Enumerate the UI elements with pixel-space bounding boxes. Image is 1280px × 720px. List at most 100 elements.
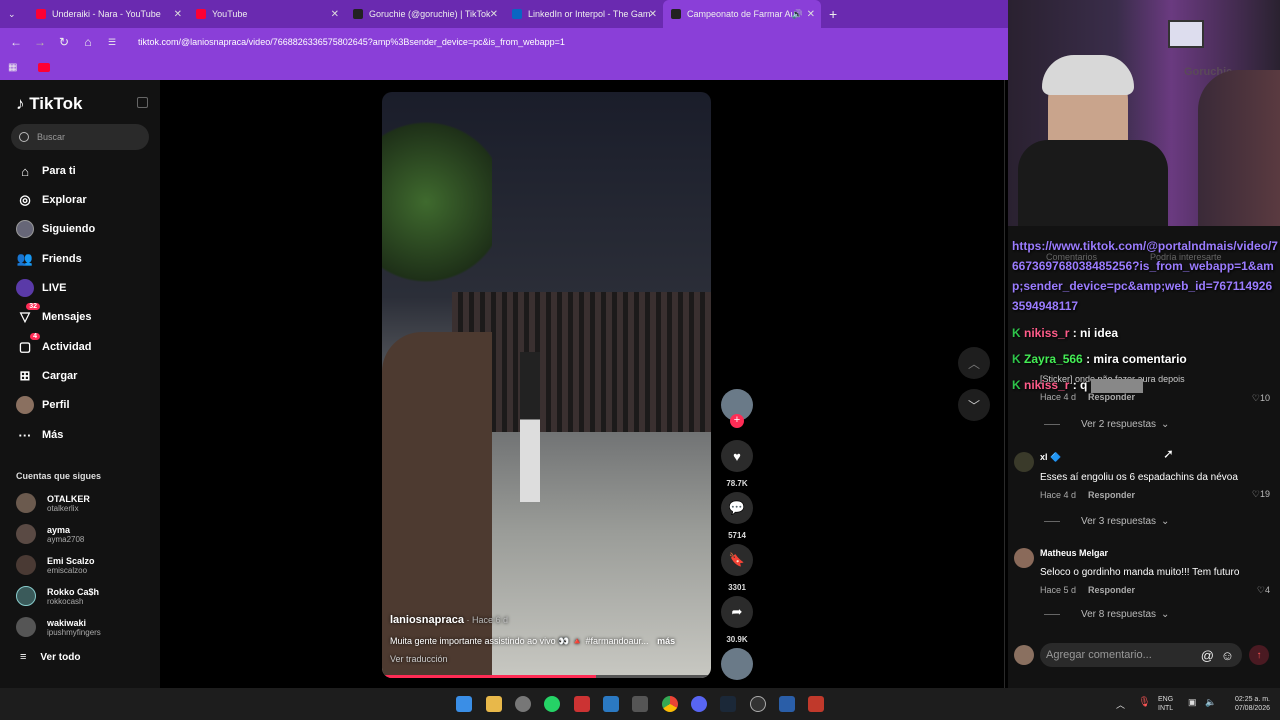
app-icon[interactable] (779, 696, 795, 712)
sidebar-item-actividad[interactable]: ▢ 4 Actividad (16, 333, 92, 358)
start-icon[interactable] (456, 696, 472, 712)
close-icon[interactable]: ✕ (490, 9, 498, 20)
emote-image (1090, 378, 1143, 393)
comment-author[interactable]: Matheus Melgar (1040, 548, 1270, 558)
followed-account[interactable]: Emi Scalzo emiscalzoo (16, 551, 95, 579)
view-replies-button[interactable]: Ver 2 respuestas ⌄ (1044, 419, 1169, 430)
tab-1[interactable]: Underaiki - Nara - YouTube ✕ (28, 0, 188, 28)
comment-button[interactable]: 💬 5714 (720, 492, 754, 540)
comment-like-button[interactable]: ♡10 (1252, 393, 1270, 404)
sidebar-item-cargar[interactable]: ⊞ Cargar (16, 365, 78, 387)
linkedin-icon (512, 9, 522, 19)
microphone-icon[interactable]: 🎙 (1138, 697, 1151, 708)
network-icon[interactable]: ▣ (1188, 697, 1197, 708)
app-icon[interactable] (808, 696, 824, 712)
sidebar-item-mas[interactable]: ··· Más (16, 424, 64, 446)
like-button[interactable]: ♥ 78.7K (720, 440, 754, 488)
followed-account[interactable]: OTALKER otalkerlix (16, 489, 90, 517)
calculator-icon[interactable] (632, 696, 648, 712)
sidebar-item-siguiendo[interactable]: Siguiendo (16, 218, 95, 240)
avatar[interactable] (1014, 452, 1034, 472)
avatar (1014, 645, 1034, 665)
followed-account[interactable]: ayma ayma2708 (16, 520, 84, 548)
mention-icon[interactable]: @ (1201, 648, 1214, 663)
avatar[interactable] (1014, 548, 1034, 568)
tab-3[interactable]: Goruchie (@goruchie) | TikTok ✕ (345, 0, 504, 28)
clock[interactable]: 02:25 a. m. 07/08/2026 (1222, 695, 1270, 713)
youtube-icon (196, 9, 206, 19)
chat-message: K nikiss_r : q (1012, 378, 1143, 393)
add-comment-input[interactable]: Agregar comentario... @ ☺ (1040, 643, 1242, 667)
comment-like-button[interactable]: ♡19 (1252, 489, 1270, 500)
sidebar-item-perfil[interactable]: Perfil (16, 394, 70, 416)
chrome-icon[interactable] (662, 696, 678, 712)
back-icon[interactable]: ← (4, 35, 28, 49)
creator-avatar-button[interactable]: + (720, 389, 754, 428)
file-explorer-icon[interactable] (486, 696, 502, 712)
share-button[interactable]: ➦ 30.9K (720, 596, 754, 644)
save-button[interactable]: 🔖 3301 (720, 544, 754, 592)
obs-icon[interactable] (515, 696, 531, 712)
close-icon[interactable]: ✕ (174, 9, 182, 20)
caption-more-link[interactable]: más (657, 636, 675, 646)
speaker-icon[interactable]: 🔊 (792, 9, 803, 20)
tab-2[interactable]: YouTube ✕ (188, 0, 345, 28)
close-icon[interactable]: ✕ (807, 9, 815, 20)
youtube-bookmark-icon[interactable] (38, 63, 50, 72)
collapse-sidebar-icon[interactable] (137, 97, 148, 108)
post-comment-button[interactable]: ↑ (1249, 645, 1269, 665)
reply-button[interactable]: Responder (1088, 585, 1135, 595)
previous-video-button[interactable]: ︿ (958, 347, 990, 379)
followed-account[interactable]: Rokko Ca$h rokkocash (16, 582, 99, 610)
close-icon[interactable]: ✕ (649, 9, 657, 20)
tab-4[interactable]: LinkedIn or Interpol - The Gam ✕ (504, 0, 663, 28)
taskbar: ︿ 🎙 ENG INTL ▣ 🔈 02:25 a. m. 07/08/2026 (0, 688, 1280, 720)
video-player[interactable]: laniosnapraca · Hace 6 d Muita gente imp… (382, 92, 711, 678)
kick-icon: K (1012, 326, 1021, 340)
see-all-link[interactable]: ≡ Ver todo (20, 651, 80, 663)
whatsapp-icon[interactable] (544, 696, 560, 712)
sidebar-item-explorar[interactable]: ◎ Explorar (16, 189, 86, 211)
next-video-button[interactable]: ﹀ (958, 389, 990, 421)
tab-menu-button[interactable]: ⌄ (0, 0, 20, 28)
close-icon[interactable]: ✕ (331, 9, 339, 20)
new-tab-button[interactable]: + (821, 0, 845, 28)
language-indicator[interactable]: ENG INTL (1158, 695, 1173, 713)
comment-author[interactable]: xl 🔷 (1040, 452, 1270, 463)
site-info-icon[interactable]: ☰ (100, 37, 124, 48)
reload-icon[interactable]: ↻ (52, 35, 76, 49)
voicemeeter-icon[interactable] (574, 696, 590, 712)
emoji-icon[interactable]: ☺ (1221, 648, 1234, 663)
video-author[interactable]: laniosnapraca · Hace 6 d (390, 614, 508, 626)
tray-chevron-up-icon[interactable]: ︿ (1116, 698, 1125, 711)
tab-5-active[interactable]: Campeonato de Farmar Aur 🔊 ✕ (663, 0, 821, 28)
comment-text: Esses aí engoliu os 6 espadachins da név… (1040, 472, 1238, 483)
music-disc-button[interactable] (720, 648, 754, 680)
steam-icon[interactable] (720, 696, 736, 712)
follow-plus-icon[interactable]: + (730, 414, 744, 428)
settings-icon[interactable] (750, 696, 766, 712)
notes-icon[interactable] (603, 696, 619, 712)
sidebar-item-mensajes[interactable]: ▽ 32 Mensajes (16, 303, 92, 328)
comment-like-button[interactable]: ♡4 (1257, 585, 1270, 596)
view-replies-button[interactable]: Ver 3 respuestas ⌄ (1044, 516, 1169, 527)
forward-icon[interactable]: → (28, 35, 52, 49)
tiktok-logo[interactable]: ♪ TikTok (16, 94, 82, 114)
apps-icon[interactable]: ▦ (8, 62, 17, 73)
chevron-down-icon: ⌄ (1161, 609, 1170, 620)
video-foreground (382, 332, 492, 678)
reply-button[interactable]: Responder (1088, 490, 1135, 500)
view-replies-button[interactable]: Ver 8 respuestas ⌄ (1044, 609, 1169, 620)
sidebar-item-para-ti[interactable]: ⌂ Para ti (16, 160, 76, 182)
url-field[interactable]: tiktok.com/@laniosnapraca/video/76688263… (138, 37, 565, 47)
address-bar: ← → ↻ ⌂ ☰ tiktok.com/@laniosnapraca/vide… (0, 28, 1008, 56)
discord-icon[interactable] (691, 696, 707, 712)
sidebar-item-live[interactable]: LIVE (16, 277, 66, 299)
sidebar-item-friends[interactable]: 👥 Friends (16, 248, 82, 270)
home-icon[interactable]: ⌂ (76, 35, 100, 49)
followed-account[interactable]: wakiwaki ipushmyfingers (16, 613, 101, 641)
volume-icon[interactable]: 🔈 (1205, 697, 1216, 708)
search-input[interactable]: Buscar (11, 124, 149, 150)
reply-button[interactable]: Responder (1088, 392, 1135, 402)
translate-link[interactable]: Ver traducción (390, 654, 448, 664)
